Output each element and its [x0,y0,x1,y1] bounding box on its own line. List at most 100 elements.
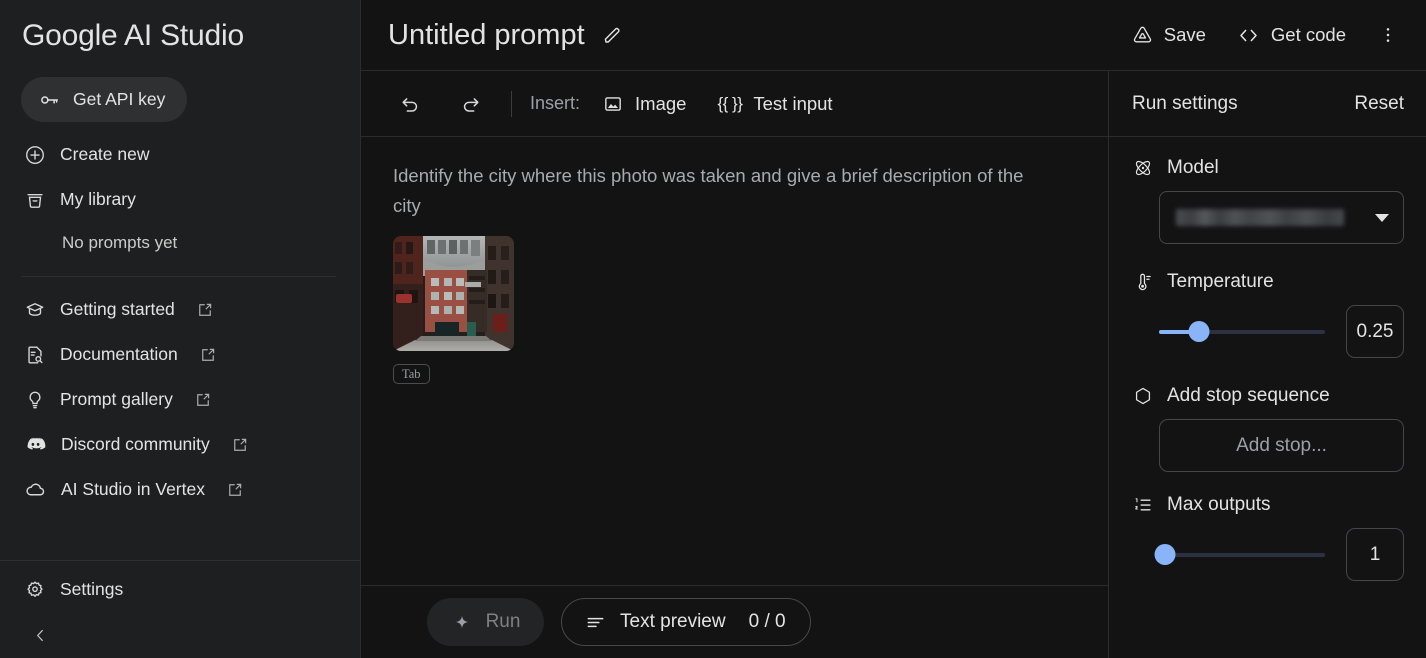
external-link-icon [196,301,214,319]
external-link-icon [199,346,217,364]
sidebar-item-getting-started[interactable]: Getting started [0,287,360,332]
editor-bottom-bar: Run Text preview 0 / 0 [361,585,1108,658]
kebab-menu-icon [1378,25,1398,45]
prompt-text[interactable]: Identify the city where this photo was t… [393,161,1055,221]
tab-hint-chip: Tab [393,364,430,384]
get-api-key-button[interactable]: Get API key [21,77,187,122]
sidebar-item-ai-studio-in-vertex-label: AI Studio in Vertex [61,479,205,499]
save-label: Save [1163,24,1206,45]
sidebar-footer: Settings [0,560,360,658]
sidebar-item-discord-community[interactable]: Discord community [0,422,360,467]
editor-column: Insert: Image {{ }} Test input Identify … [361,71,1108,658]
lightbulb-icon [24,389,46,411]
temperature-slider-knob[interactable] [1188,321,1210,342]
stop-sequence-setting-header: Add stop sequence [1132,385,1404,407]
max-outputs-setting-header: Max outputs [1132,494,1404,516]
run-settings-body: Model Temperature 0.25 Add stop sequence… [1109,137,1426,658]
discord-icon [24,433,47,456]
sidebar-item-discord-community-label: Discord community [61,434,210,454]
temperature-slider[interactable] [1159,320,1325,344]
atom-icon [1132,157,1154,179]
sparkle-icon [451,611,473,633]
rename-prompt-button[interactable] [601,24,624,47]
insert-test-input-button[interactable]: {{ }} Test input [717,93,832,115]
reset-button[interactable]: Reset [1354,93,1404,115]
run-settings-panel: Run settings Reset Model Temperature 0.2… [1108,71,1426,658]
external-link-icon [231,436,249,454]
app-brand-title: Google AI Studio [22,19,244,52]
sidebar-item-getting-started-label: Getting started [60,299,175,319]
sidebar-item-documentation-label: Documentation [60,344,178,364]
sidebar-item-settings[interactable]: Settings [0,567,360,612]
save-button[interactable]: Save [1131,24,1206,47]
double-braces-icon: {{ }} [717,93,743,113]
run-settings-header: Run settings Reset [1109,71,1426,137]
library-icon [24,189,46,211]
insert-label: Insert: [530,93,581,113]
prompt-editor[interactable]: Identify the city where this photo was t… [361,137,1108,585]
numbered-list-icon [1132,494,1154,516]
text-preview-button[interactable]: Text preview 0 / 0 [561,598,811,646]
page-title: Untitled prompt [388,18,585,51]
run-label: Run [485,611,521,632]
max-outputs-slider-knob[interactable] [1154,544,1176,565]
code-brackets-icon [1236,23,1261,48]
insert-image-label: Image [635,92,687,114]
sidebar-item-create-new[interactable]: Create new [0,132,360,177]
photo-thumbnail[interactable] [393,236,514,351]
undo-button[interactable] [389,83,431,125]
max-outputs-value-input[interactable]: 1 [1346,528,1404,581]
external-link-icon [194,391,212,409]
workspace: Insert: Image {{ }} Test input Identify … [361,71,1426,658]
hexagon-icon [1132,385,1154,407]
sidebar-item-my-library[interactable]: My library [0,177,360,222]
main-content: Untitled prompt Save Get code Insert: Im… [361,0,1426,658]
temperature-control: 0.25 [1159,305,1404,358]
pencil-icon [601,24,624,47]
sidebar-divider-top [22,276,336,277]
model-select[interactable] [1159,191,1404,244]
undo-icon [399,92,422,115]
redo-button[interactable] [449,83,491,125]
key-icon [38,89,60,111]
sidebar-item-prompt-gallery[interactable]: Prompt gallery [0,377,360,422]
image-icon [602,93,624,115]
sidebar-item-create-new-label: Create new [60,144,150,164]
sidebar-item-my-library-label: My library [60,189,136,209]
sidebar-item-prompt-gallery-label: Prompt gallery [60,389,173,409]
chevron-down-icon [1375,213,1389,222]
model-selected-value [1176,209,1344,226]
max-outputs-slider[interactable] [1154,543,1325,567]
model-setting-header: Model [1132,157,1404,179]
more-options-button[interactable] [1378,25,1398,45]
library-empty-state: No prompts yet [62,233,178,252]
temperature-setting-header: Temperature [1132,271,1404,293]
max-outputs-slider-track [1159,552,1325,557]
sidebar-collapse-button[interactable] [0,612,360,658]
get-code-label: Get code [1270,24,1346,45]
get-code-button[interactable]: Get code [1236,23,1346,48]
text-lines-icon [584,611,607,634]
run-settings-title: Run settings [1132,92,1238,114]
graduation-cap-icon [24,299,46,321]
text-preview-count: 0 / 0 [748,611,786,632]
sidebar-item-documentation[interactable]: Documentation [0,332,360,377]
gear-icon [24,579,46,601]
prompt-header: Untitled prompt Save Get code [361,0,1426,71]
stop-sequence-input[interactable]: Add stop... [1159,419,1404,472]
sidebar: Google AI Studio Get API key Create new [0,0,361,658]
insert-image-button[interactable]: Image [602,93,686,115]
max-outputs-control: 1 [1154,528,1404,581]
run-button[interactable]: Run [427,598,544,646]
temperature-label: Temperature [1167,271,1274,292]
plus-circle-icon [24,144,46,166]
max-outputs-label: Max outputs [1167,494,1271,515]
stop-sequence-label: Add stop sequence [1167,385,1330,406]
temperature-value-input[interactable]: 0.25 [1346,305,1404,358]
thumbnail-artwork [393,236,514,351]
toolbar-divider [511,90,512,117]
sidebar-item-ai-studio-in-vertex[interactable]: AI Studio in Vertex [0,467,360,512]
app-root: Google AI Studio Get API key Create new [0,0,1426,658]
sidebar-divider-bottom [0,560,360,561]
model-label: Model [1167,157,1219,178]
